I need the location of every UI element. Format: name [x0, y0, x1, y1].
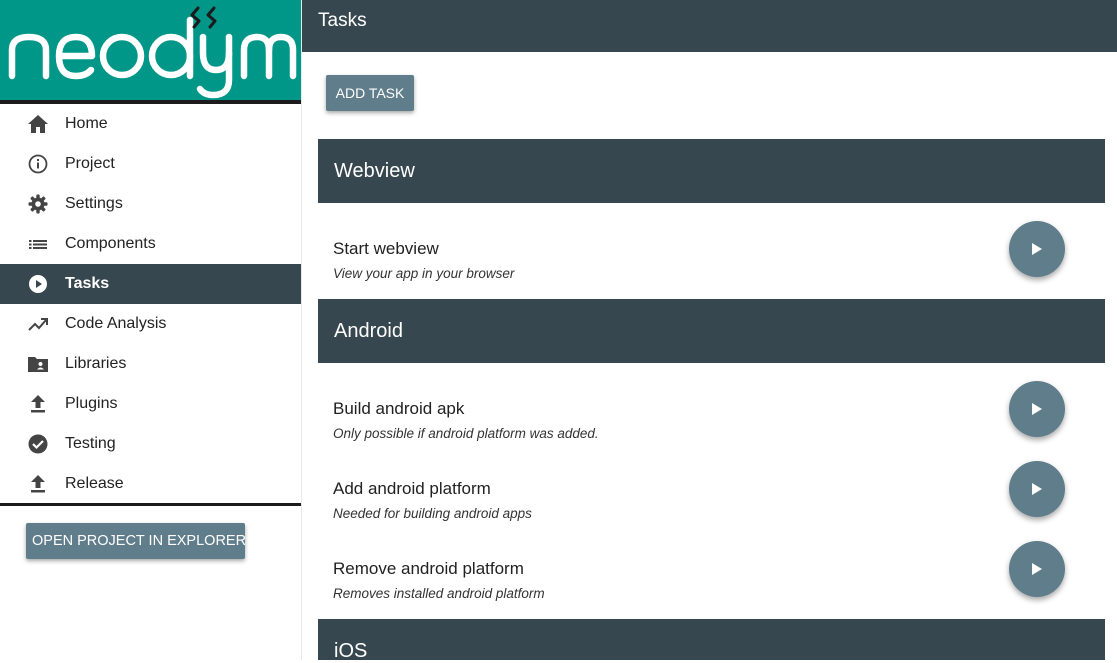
section-title: iOS: [334, 640, 368, 662]
section-header-ios: iOS: [318, 619, 1105, 662]
run-task-button[interactable]: [1009, 541, 1065, 597]
app-header: Tasks: [302, 0, 1117, 52]
task-description: Only possible if android platform was ad…: [333, 426, 599, 441]
task-description: Needed for building android apps: [333, 506, 532, 521]
sidebar-item-label: Release: [65, 475, 124, 492]
page-title: Tasks: [318, 10, 367, 31]
task-item-start-webview: Start webview View your app in your brow…: [318, 219, 1105, 299]
sidebar-item-tasks[interactable]: Tasks: [0, 264, 302, 304]
list-icon: [26, 234, 50, 254]
trending-up-icon: [26, 314, 50, 334]
play-icon: [1032, 483, 1042, 495]
neodym-logo-graphic: [8, 6, 297, 99]
task-item-build-android-apk: Build android apk Only possible if andro…: [318, 379, 1105, 459]
check-circle-icon: [26, 434, 50, 454]
sidebar-item-testing[interactable]: Testing: [0, 424, 302, 464]
upload-icon: [26, 394, 50, 414]
sidebar-divider: [0, 503, 302, 506]
sidebar-item-libraries[interactable]: Libraries: [0, 344, 302, 384]
sidebar-item-label: Settings: [65, 195, 123, 212]
sidebar-item-release[interactable]: Release: [0, 464, 302, 504]
info-icon: [26, 154, 50, 174]
section-header-webview: Webview: [318, 139, 1105, 203]
play-circle-icon: [26, 274, 50, 294]
sidebar-item-settings[interactable]: Settings: [0, 184, 302, 224]
sidebar-item-label: Project: [65, 155, 115, 172]
sidebar-item-label: Home: [65, 115, 108, 132]
sidebar-item-label: Plugins: [65, 395, 118, 412]
play-icon: [1032, 403, 1042, 415]
folder-shared-icon: [26, 354, 50, 374]
app-logo: [0, 0, 302, 100]
sidebar-item-home[interactable]: Home: [0, 104, 302, 144]
task-item-add-android-platform: Add android platform Needed for building…: [318, 459, 1105, 539]
sidebar-item-label: Code Analysis: [65, 315, 167, 332]
play-icon: [1032, 243, 1042, 255]
open-project-in-explorer-button[interactable]: OPEN PROJECT IN EXPLORER: [26, 523, 246, 559]
gear-icon: [26, 194, 50, 214]
sidebar-nav: Home Project Settings Components Tasks C…: [0, 104, 302, 504]
task-description: Removes installed android platform: [333, 586, 545, 601]
sidebar-item-label: Components: [65, 235, 156, 252]
sidebar-item-label: Testing: [65, 435, 116, 452]
run-task-button[interactable]: [1009, 221, 1065, 277]
sidebar-item-label: Libraries: [65, 355, 127, 372]
task-name: Start webview: [333, 239, 439, 258]
sidebar-item-code-analysis[interactable]: Code Analysis: [0, 304, 302, 344]
sidebar-item-project[interactable]: Project: [0, 144, 302, 184]
sidebar-item-components[interactable]: Components: [0, 224, 302, 264]
add-task-button[interactable]: ADD TASK: [326, 75, 414, 111]
task-name: Remove android platform: [333, 559, 524, 578]
play-icon: [1032, 563, 1042, 575]
home-icon: [26, 114, 50, 134]
sidebar: Home Project Settings Components Tasks C…: [0, 0, 302, 660]
task-item-remove-android-platform: Remove android platform Removes installe…: [318, 539, 1105, 619]
section-title: Webview: [334, 160, 415, 182]
sidebar-item-plugins[interactable]: Plugins: [0, 384, 302, 424]
section-header-android: Android: [318, 299, 1105, 363]
upload-icon: [26, 474, 50, 494]
task-description: View your app in your browser: [333, 266, 515, 281]
task-name: Add android platform: [333, 479, 491, 498]
task-name: Build android apk: [333, 399, 465, 418]
run-task-button[interactable]: [1009, 461, 1065, 517]
run-task-button[interactable]: [1009, 381, 1065, 437]
sidebar-item-label: Tasks: [65, 275, 110, 292]
section-title: Android: [334, 320, 403, 342]
